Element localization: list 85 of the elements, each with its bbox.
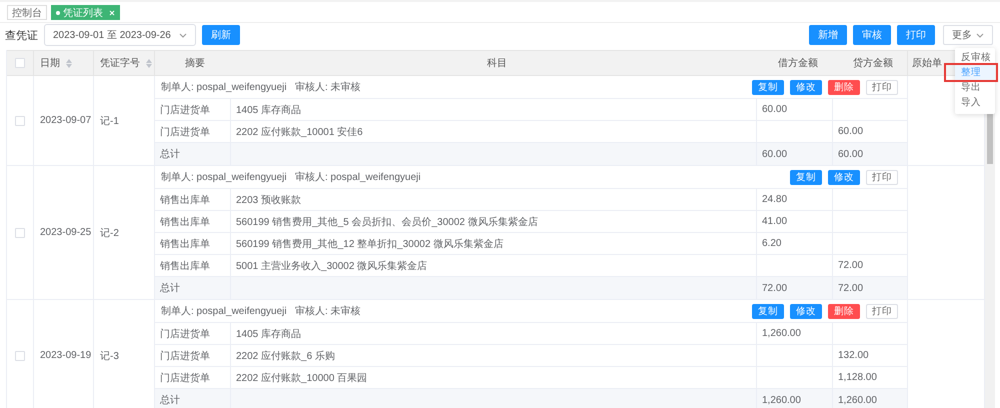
checkbox[interactable] [15, 58, 25, 68]
row-action-button[interactable]: 打印 [866, 304, 898, 318]
credit-cell: 132.00 [838, 350, 869, 361]
voucher-meta: 制单人: pospal_weifengyueji 审核人: 未审核 [161, 80, 362, 94]
row-action-button[interactable]: 修改 [790, 304, 822, 318]
close-icon[interactable] [109, 10, 115, 16]
summary-cell-text: 门店进货单 [160, 328, 210, 340]
debit-cell: 60.00 [762, 104, 788, 115]
credit-total: 1,260.00 [838, 394, 877, 406]
row-action-button[interactable]: 打印 [866, 80, 898, 94]
toolbar-button[interactable]: 新增 [809, 25, 847, 45]
sort-icon[interactable] [146, 58, 152, 68]
summary-cell-text: 门店进货单 [160, 104, 210, 116]
credit-cell: 60.00 [838, 126, 864, 137]
row-action-button[interactable]: 删除 [828, 304, 860, 318]
total-label: 总计 [160, 148, 180, 161]
date-range-field[interactable]: 2023-09-01 至 2023-09-26 [44, 24, 196, 46]
subject-cell-text: 1405 库存商品 [236, 104, 302, 116]
debit-cell: 41.00 [762, 216, 788, 227]
debit-cell: 6.20 [762, 238, 782, 249]
voucher-meta: 制单人: pospal_weifengyueji 审核人: 未审核 [161, 304, 362, 318]
summary-cell-text: 销售出库单 [160, 216, 210, 228]
debit-total: 60.00 [762, 148, 788, 160]
voucher-number: 记-3 [100, 350, 119, 362]
menu-item[interactable]: 整理 [955, 65, 995, 80]
tab[interactable]: 凭证列表 [51, 5, 120, 20]
menu-item[interactable]: 导入 [955, 95, 995, 110]
row-action-button[interactable]: 修改 [828, 170, 860, 184]
tab[interactable]: 控制台 [7, 5, 47, 20]
date-cell: 2023-09-25 [40, 227, 92, 238]
subject-cell-text: 2203 预收账款 [236, 194, 302, 206]
menu-item[interactable]: 反审核 [955, 50, 995, 65]
debit-total: 1,260.00 [762, 394, 801, 406]
toolbar-button[interactable]: 审核 [853, 25, 891, 45]
column-header: 摘要 [185, 56, 205, 70]
summary-cell-text: 销售出库单 [160, 260, 210, 272]
chevron-down-icon [178, 32, 187, 38]
row-action-button[interactable]: 复制 [752, 304, 784, 318]
page-label: 查凭证 [5, 28, 38, 42]
voucher-number: 记-1 [100, 114, 119, 128]
summary-cell-text: 销售出库单 [160, 238, 210, 250]
more-dropdown[interactable]: 更多 [943, 25, 993, 45]
credit-cell: 72.00 [838, 260, 864, 271]
total-label: 总计 [160, 282, 180, 295]
row-action-button[interactable]: 修改 [790, 80, 822, 94]
subject-cell-text: 1405 库存商品 [236, 328, 302, 340]
sort-icon[interactable] [66, 58, 72, 68]
subject-cell-text: 560199 销售费用_其他_12 整单折扣_30002 微风乐集紫金店 [236, 238, 504, 250]
row-action-button[interactable]: 复制 [752, 80, 784, 94]
column-header: 原始单 [912, 56, 942, 70]
subject-cell-text: 5001 主营业务收入_30002 微风乐集紫金店 [236, 260, 428, 272]
debit-cell: 24.80 [762, 194, 788, 205]
row-action-button[interactable]: 复制 [790, 170, 822, 184]
debit-cell: 1,260.00 [762, 328, 801, 339]
date-cell: 2023-09-07 [40, 115, 92, 126]
row-action-button[interactable]: 打印 [866, 170, 898, 184]
debit-total: 72.00 [762, 282, 788, 294]
refresh-button[interactable]: 刷新 [202, 25, 240, 45]
summary-cell-text: 门店进货单 [160, 126, 210, 138]
total-label: 总计 [160, 394, 180, 407]
menu-item[interactable]: 导出 [955, 80, 995, 95]
column-header: 贷方金额 [853, 56, 893, 70]
voucher-number: 记-2 [100, 226, 119, 240]
column-header[interactable]: 凭证字号 [100, 56, 152, 70]
subject-cell-text: 2202 应付账款_10001 安佳6 [236, 126, 363, 138]
summary-cell-text: 销售出库单 [160, 194, 210, 206]
credit-total: 60.00 [838, 148, 864, 160]
checkbox[interactable] [15, 116, 25, 126]
checkbox[interactable] [15, 228, 25, 238]
column-header: 科目 [487, 56, 507, 70]
checkbox[interactable] [15, 350, 25, 360]
subject-cell-text: 2202 应付账款_10000 百果园 [236, 372, 368, 384]
summary-cell-text: 门店进货单 [160, 372, 210, 384]
column-header[interactable]: 日期 [40, 56, 72, 70]
toolbar-button[interactable]: 打印 [897, 25, 935, 45]
credit-total: 72.00 [838, 282, 864, 294]
chevron-down-icon [976, 32, 984, 38]
subject-cell-text: 560199 销售费用_其他_5 会员折扣、会员价_30002 微风乐集紫金店 [236, 216, 538, 228]
summary-cell-text: 门店进货单 [160, 350, 210, 362]
credit-cell: 1,128.00 [838, 372, 877, 383]
date-cell: 2023-09-19 [40, 350, 92, 361]
column-header: 借方金额 [778, 56, 818, 70]
voucher-meta: 制单人: pospal_weifengyueji 审核人: pospal_weifengyueji [161, 170, 422, 184]
subject-cell-text: 2202 应付账款_6 乐购 [236, 350, 335, 362]
row-action-button[interactable]: 删除 [828, 80, 860, 94]
